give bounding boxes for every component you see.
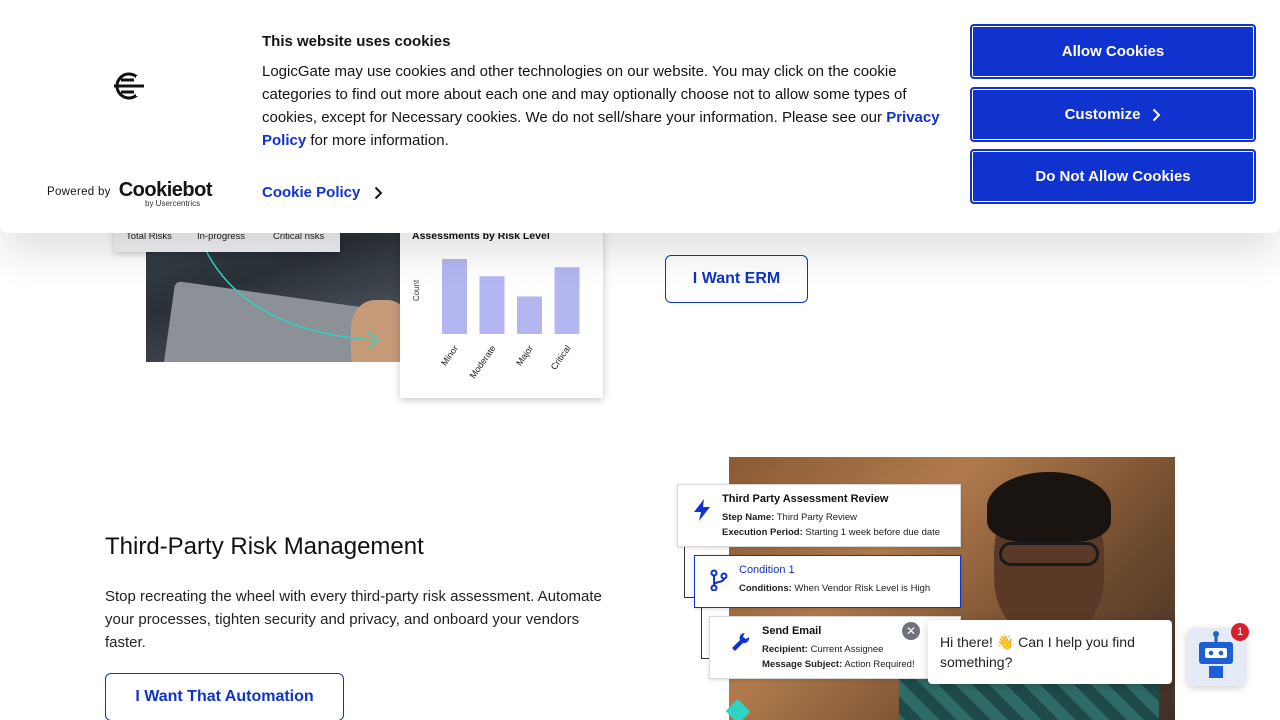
chart-bar-critical — [554, 267, 580, 334]
lightning-icon — [694, 499, 710, 521]
field-label: Conditions: — [739, 583, 792, 594]
branch-icon — [710, 569, 728, 591]
field-value: Third Party Review — [774, 512, 857, 523]
logicgate-logo-icon — [114, 72, 146, 100]
customize-button[interactable]: Customize — [970, 87, 1256, 142]
workflow-card-line: Execution Period: Starting 1 week before… — [722, 527, 940, 538]
cookie-body-text: LogicGate may use cookies and other tech… — [262, 63, 907, 126]
field-value: Action Required! — [842, 659, 915, 670]
chat-close-button[interactable]: ✕ — [902, 622, 920, 640]
workflow-card-line: Message Subject: Action Required! — [762, 659, 915, 670]
workflow-card-line: Conditions: When Vendor Risk Level is Hi… — [739, 583, 930, 594]
risk-chart: Minor Moderate Major Critical — [439, 259, 580, 380]
workflow-card-assessment: Third Party Assessment Review Step Name:… — [677, 484, 961, 547]
allow-cookies-button[interactable]: Allow Cookies — [970, 24, 1256, 79]
cookie-policy-link[interactable]: Cookie Policy — [262, 184, 383, 201]
chevron-right-icon — [1153, 108, 1161, 121]
chart-tick-label: Critical — [549, 343, 573, 371]
do-not-allow-cookies-button[interactable]: Do Not Allow Cookies — [970, 149, 1256, 204]
workflow-card-title: Condition 1 — [739, 564, 795, 576]
workflow-connector — [701, 607, 702, 659]
chart-bar-major — [517, 296, 542, 334]
field-value: Starting 1 week before due date — [802, 527, 941, 538]
chat-greeting-bubble[interactable]: Hi there! 👋 Can I help you find somethin… — [928, 620, 1172, 684]
workflow-card-email: Send Email Recipient: Current Assignee M… — [709, 616, 961, 679]
glasses-shape — [999, 542, 1099, 566]
field-label: Step Name: — [722, 512, 775, 523]
workflow-connector — [684, 546, 685, 598]
chat-notification-badge: 1 — [1231, 623, 1249, 641]
cookie-banner-title: This website uses cookies — [262, 33, 451, 50]
powered-by-cookiebot[interactable]: Powered by Cookiebot by Usercentrics — [47, 179, 213, 208]
chart-bar-minor — [442, 259, 467, 334]
workflow-card-line: Recipient: Current Assignee — [762, 644, 883, 655]
cookie-banner-body: LogicGate may use cookies and other tech… — [262, 60, 952, 152]
i-want-erm-button[interactable]: I Want ERM — [665, 255, 808, 303]
cookie-body-suffix: for more information. — [306, 132, 449, 149]
chart-tick-label: Minor — [439, 343, 460, 367]
powered-by-text: Powered by — [47, 185, 111, 198]
field-label: Recipient: — [762, 644, 808, 655]
hair-shape — [987, 472, 1111, 542]
cookie-consent-banner: Powered by Cookiebot by Usercentrics Thi… — [0, 0, 1280, 233]
tprm-description: Stop recreating the wheel with every thi… — [105, 588, 602, 651]
chevron-right-icon — [375, 186, 383, 199]
cookiebot-logo: Cookiebot — [118, 179, 213, 201]
chart-tick-label: Major — [514, 343, 535, 367]
field-value: When Vendor Risk Level is High — [791, 583, 931, 594]
workflow-card-title: Third Party Assessment Review — [722, 493, 889, 505]
workflow-card-condition: Condition 1 Conditions: When Vendor Risk… — [694, 555, 961, 608]
cookie-policy-label: Cookie Policy — [262, 184, 361, 201]
i-want-automation-button[interactable]: I Want That Automation — [105, 673, 344, 720]
customize-label: Customize — [1064, 106, 1141, 123]
tprm-title: Third-Party Risk Management — [105, 533, 424, 560]
field-label: Execution Period: — [722, 527, 803, 538]
risk-chart-card: Assessments by Risk Level Count Minor Mod… — [400, 218, 603, 398]
chart-tick-label: Moderate — [468, 343, 498, 380]
usercentrics-text: by Usercentrics — [145, 199, 201, 208]
workflow-card-title: Send Email — [762, 625, 822, 637]
wrench-icon — [732, 632, 750, 651]
chart-bar-moderate — [479, 276, 505, 334]
workflow-card-line: Step Name: Third Party Review — [722, 512, 857, 523]
field-value: Current Assignee — [807, 644, 884, 655]
field-label: Message Subject: — [762, 659, 843, 670]
